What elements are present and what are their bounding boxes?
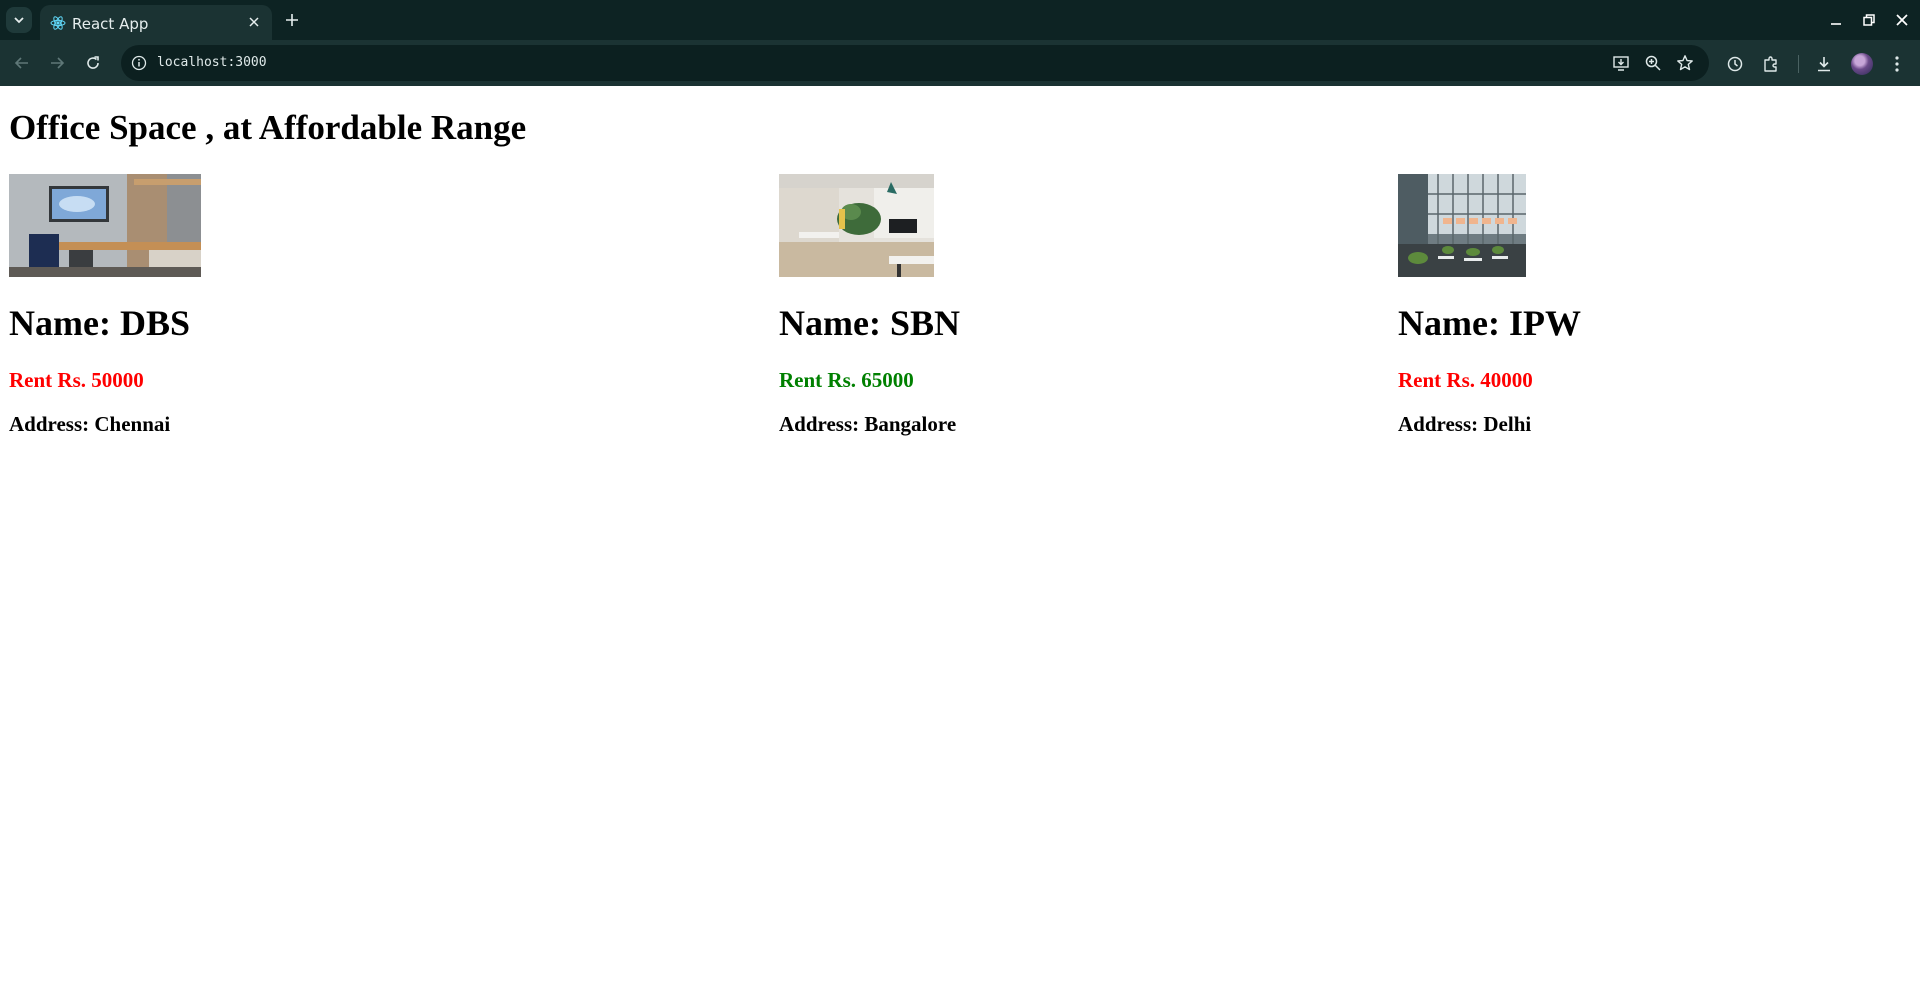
zoom-button[interactable]: [1643, 53, 1663, 73]
toolbar-separator: [1798, 55, 1799, 73]
download-icon: [1818, 57, 1830, 72]
address-bar[interactable]: localhost:3000: [121, 45, 1709, 81]
minimize-icon: [1831, 23, 1841, 25]
reload-icon: [87, 56, 99, 69]
tab-react-app[interactable]: React App: [40, 5, 272, 40]
chevron-down-icon: [14, 17, 24, 24]
react-favicon-icon: [50, 16, 66, 30]
office-name: Name: IPW: [1398, 303, 1581, 343]
office-image: [9, 174, 201, 277]
office-rent: Rent Rs. 40000: [1398, 368, 1533, 392]
bookmark-button[interactable]: [1675, 53, 1695, 73]
page-content: Office Space , at Affordable Range Name:…: [0, 86, 1920, 997]
browser-toolbar: localhost:3000: [0, 40, 1920, 86]
office-name: Name: DBS: [9, 303, 190, 343]
page-title: Office Space , at Affordable Range: [9, 108, 527, 147]
office-name: Name: SBN: [779, 303, 960, 343]
extensions-button[interactable]: [1760, 53, 1782, 75]
office-card: Name: SBN Rent Rs. 65000 Address: Bangal…: [779, 174, 960, 436]
restore-icon: [1863, 14, 1875, 26]
tab-title: React App: [72, 15, 149, 33]
history-button[interactable]: [1724, 53, 1746, 75]
install-app-icon: [1613, 56, 1629, 71]
office-card: Name: DBS Rent Rs. 50000 Address: Chenna…: [9, 174, 201, 436]
office-rent: Rent Rs. 65000: [779, 368, 914, 392]
url-text: localhost:3000: [157, 55, 267, 70]
back-button[interactable]: [10, 51, 34, 75]
new-tab-button[interactable]: [282, 10, 302, 30]
tab-search-button[interactable]: [6, 7, 32, 33]
forward-arrow-icon: [51, 57, 65, 69]
profile-avatar[interactable]: [1851, 53, 1873, 75]
reload-button[interactable]: [81, 51, 105, 75]
history-icon: [1727, 56, 1743, 72]
restore-button[interactable]: [1858, 10, 1880, 30]
site-info-button[interactable]: [129, 53, 149, 73]
zoom-icon: [1645, 55, 1661, 71]
install-app-button[interactable]: [1611, 53, 1631, 73]
tab-strip: React App: [0, 0, 1920, 40]
more-vert-icon: [1895, 56, 1899, 72]
extensions-icon: [1764, 56, 1777, 72]
window-close-icon: [1896, 14, 1908, 26]
tab-close-button[interactable]: [246, 14, 262, 30]
back-arrow-icon: [14, 57, 28, 69]
office-rent: Rent Rs. 50000: [9, 368, 144, 392]
office-image: [779, 174, 934, 277]
menu-button[interactable]: [1886, 53, 1908, 75]
info-icon: [131, 55, 147, 71]
star-icon: [1677, 55, 1693, 71]
office-image: [1398, 174, 1526, 277]
office-address: Address: Delhi: [1398, 412, 1532, 436]
office-address: Address: Bangalore: [779, 412, 957, 436]
forward-button[interactable]: [45, 51, 69, 75]
downloads-button[interactable]: [1813, 53, 1835, 75]
office-address: Address: Chennai: [9, 412, 171, 436]
plus-icon: [286, 14, 298, 26]
close-icon: [249, 17, 259, 27]
minimize-button[interactable]: [1825, 10, 1847, 30]
window-close-button[interactable]: [1891, 10, 1913, 30]
office-card: Name: IPW Rent Rs. 40000 Address: Delhi: [1398, 174, 1581, 436]
